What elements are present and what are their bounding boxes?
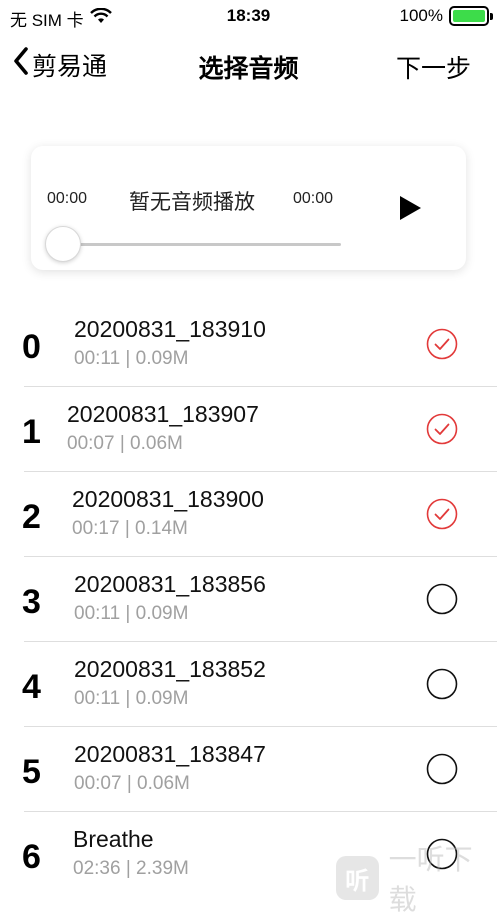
audio-index: 3 [22,583,41,621]
total-time: 00:00 [293,190,334,207]
audio-meta: 00:11 | 0.09M [74,603,189,624]
audio-index: 1 [22,413,41,451]
checked-circle-icon[interactable] [426,498,458,530]
checked-circle-icon[interactable] [426,328,458,360]
audio-name: 20200831_183856 [74,571,266,597]
audio-name: 20200831_183847 [74,741,266,767]
battery-percent: 100% [399,6,443,25]
play-button[interactable] [397,194,423,227]
audio-meta: 02:36 | 2.39M [73,858,189,879]
audio-index: 6 [22,838,41,876]
progress-slider[interactable] [63,243,341,246]
checked-circle-icon[interactable] [426,413,458,445]
audio-index: 5 [22,753,41,791]
audio-list-item[interactable]: 4 20200831_183852 00:11 | 0.09M [0,642,497,727]
audio-meta: 00:11 | 0.09M [74,688,189,709]
audio-meta: 00:07 | 0.06M [67,433,183,454]
audio-list-item[interactable]: 2 20200831_183900 00:17 | 0.14M [0,472,497,557]
audio-name: 20200831_183900 [72,486,264,512]
unchecked-circle-icon[interactable] [426,583,458,615]
audio-meta: 00:07 | 0.06M [74,773,190,794]
slider-thumb[interactable] [45,226,81,262]
audio-list-item[interactable]: 1 20200831_183907 00:07 | 0.06M [0,387,497,472]
audio-list-item[interactable]: 5 20200831_183847 00:07 | 0.06M [0,727,497,812]
nav-bar: 剪易通 选择音频 下一步 [0,36,497,96]
audio-list-item[interactable]: 3 20200831_183856 00:11 | 0.09M [0,557,497,642]
audio-meta: 00:17 | 0.14M [72,518,188,539]
unchecked-circle-icon[interactable] [426,668,458,700]
next-step-button[interactable]: 下一步 [396,49,471,85]
battery-icon [449,6,493,26]
audio-index: 4 [22,668,41,706]
audio-index: 0 [22,328,41,366]
current-time: 00:00 [47,190,88,207]
audio-meta: 00:11 | 0.09M [74,348,189,369]
watermark-logo-icon: 听 [336,856,379,900]
audio-name: 20200831_183910 [74,316,266,342]
status-bar: 无 SIM 卡 18:39 100% [0,0,497,32]
audio-index: 2 [22,498,41,536]
play-icon [400,196,421,220]
watermark-text: 一听下载 [388,844,473,915]
watermark: 听 一听下载 [336,838,497,918]
audio-name: 20200831_183907 [67,401,259,427]
audio-name: 20200831_183852 [74,656,266,682]
battery-fill [453,10,485,22]
player-status-text: 暂无音频播放 [129,191,255,214]
status-right: 100% [399,6,493,26]
audio-name: Breathe [73,826,154,852]
unchecked-circle-icon[interactable] [426,753,458,785]
audio-player-card: 00:00 暂无音频播放 00:00 [31,146,466,270]
audio-list-item[interactable]: 0 20200831_183910 00:11 | 0.09M [0,302,497,387]
